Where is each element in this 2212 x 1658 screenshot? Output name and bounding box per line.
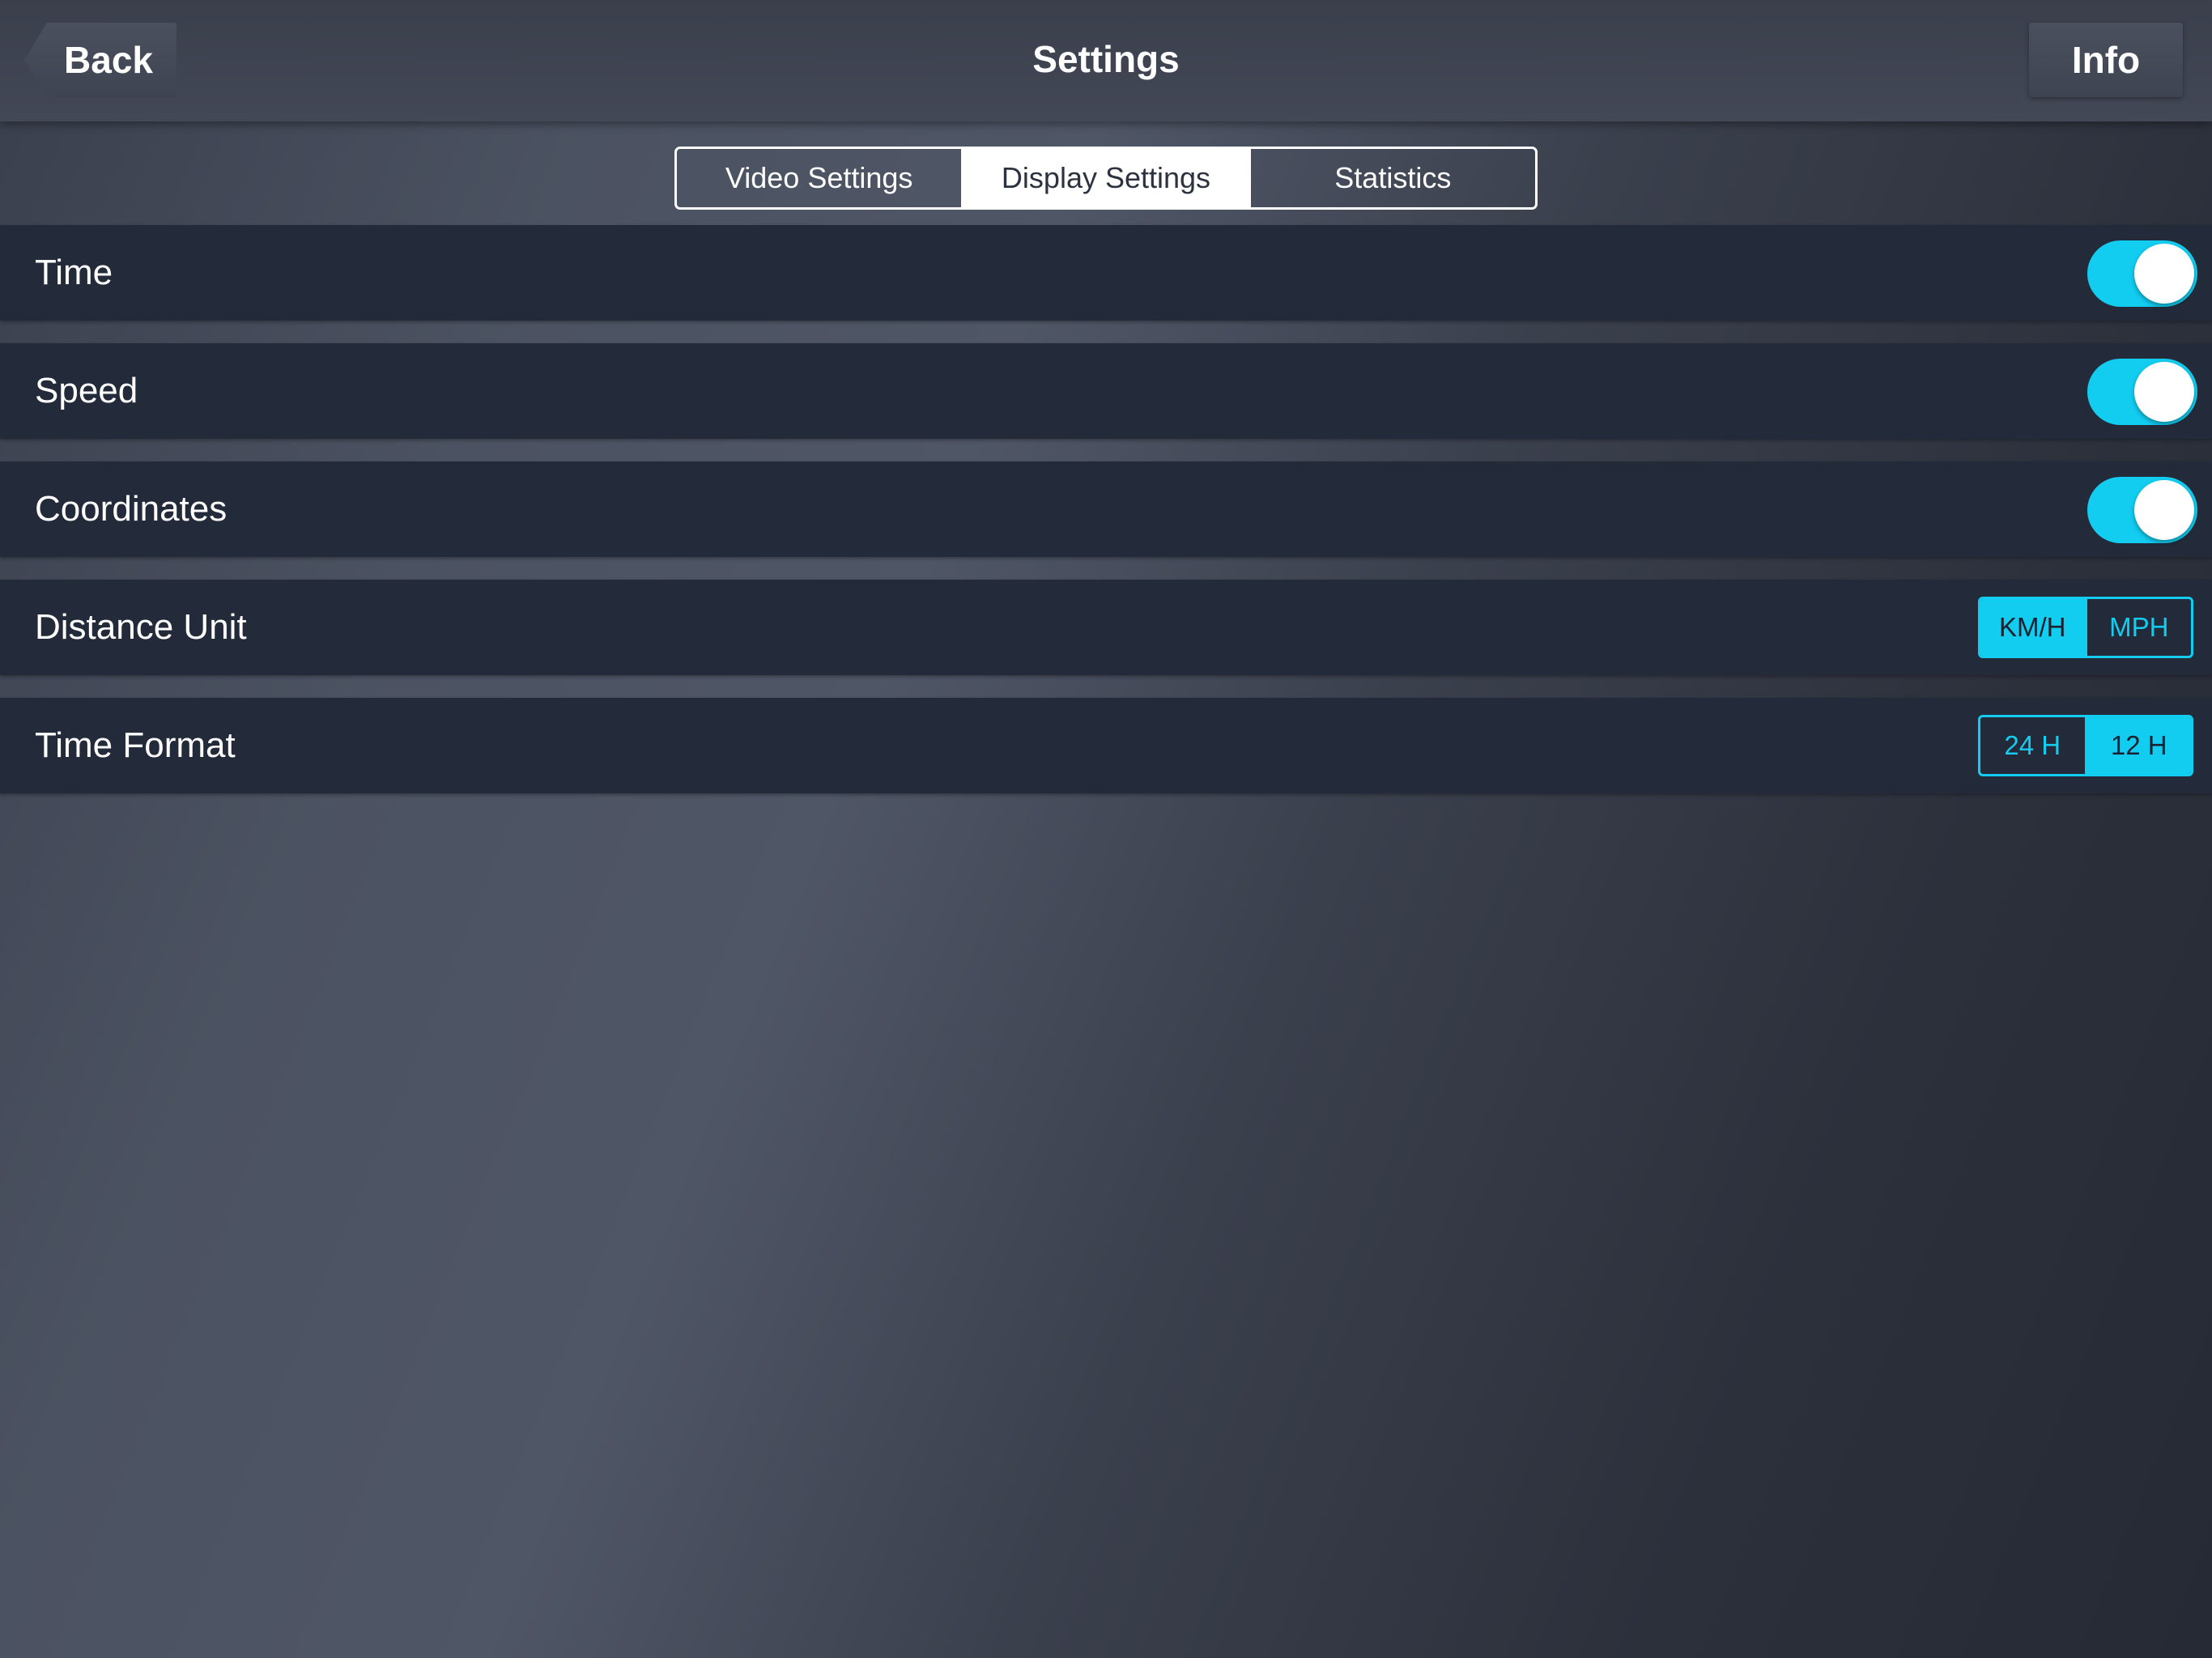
distance-unit-kmh-option[interactable]: KM/H — [1980, 599, 2085, 656]
speed-toggle-knob — [2134, 362, 2194, 422]
time-toggle-knob — [2134, 244, 2194, 304]
setting-label-distance-unit: Distance Unit — [35, 607, 247, 647]
setting-row-distance-unit: Distance Unit KM/H MPH — [0, 580, 2212, 675]
setting-row-time-format: Time Format 24 H 12 H — [0, 698, 2212, 793]
distance-unit-control: KM/H MPH — [1978, 597, 2193, 658]
setting-label-time-format: Time Format — [35, 725, 236, 765]
setting-row-coordinates: Coordinates — [0, 461, 2212, 557]
time-format-control: 24 H 12 H — [1978, 715, 2193, 776]
time-format-24h-option[interactable]: 24 H — [1980, 717, 2085, 774]
coordinates-toggle-knob — [2134, 480, 2194, 540]
tab-display-settings[interactable]: Display Settings — [961, 149, 1249, 207]
setting-label-coordinates: Coordinates — [35, 489, 228, 529]
setting-label-time: Time — [35, 253, 113, 292]
page-title: Settings — [1032, 38, 1180, 80]
back-button[interactable]: Back — [24, 23, 177, 97]
distance-unit-mph-option[interactable]: MPH — [2084, 599, 2192, 656]
coordinates-toggle[interactable] — [2087, 477, 2197, 543]
setting-row-speed: Speed — [0, 343, 2212, 439]
tab-video-settings[interactable]: Video Settings — [677, 149, 961, 207]
time-format-12h-option[interactable]: 12 H — [2084, 717, 2191, 774]
navigation-bar: Back Settings Info — [0, 0, 2212, 121]
tab-statistics[interactable]: Statistics — [1248, 149, 1535, 207]
setting-label-speed: Speed — [35, 371, 138, 410]
settings-list: Time Speed Coordinates Distance Unit KM/… — [0, 225, 2212, 793]
info-button[interactable]: Info — [2029, 23, 2183, 97]
settings-tab-control: Video Settings Display Settings Statisti… — [674, 147, 1538, 210]
speed-toggle[interactable] — [2087, 359, 2197, 425]
setting-row-time: Time — [0, 225, 2212, 321]
time-toggle[interactable] — [2087, 240, 2197, 307]
